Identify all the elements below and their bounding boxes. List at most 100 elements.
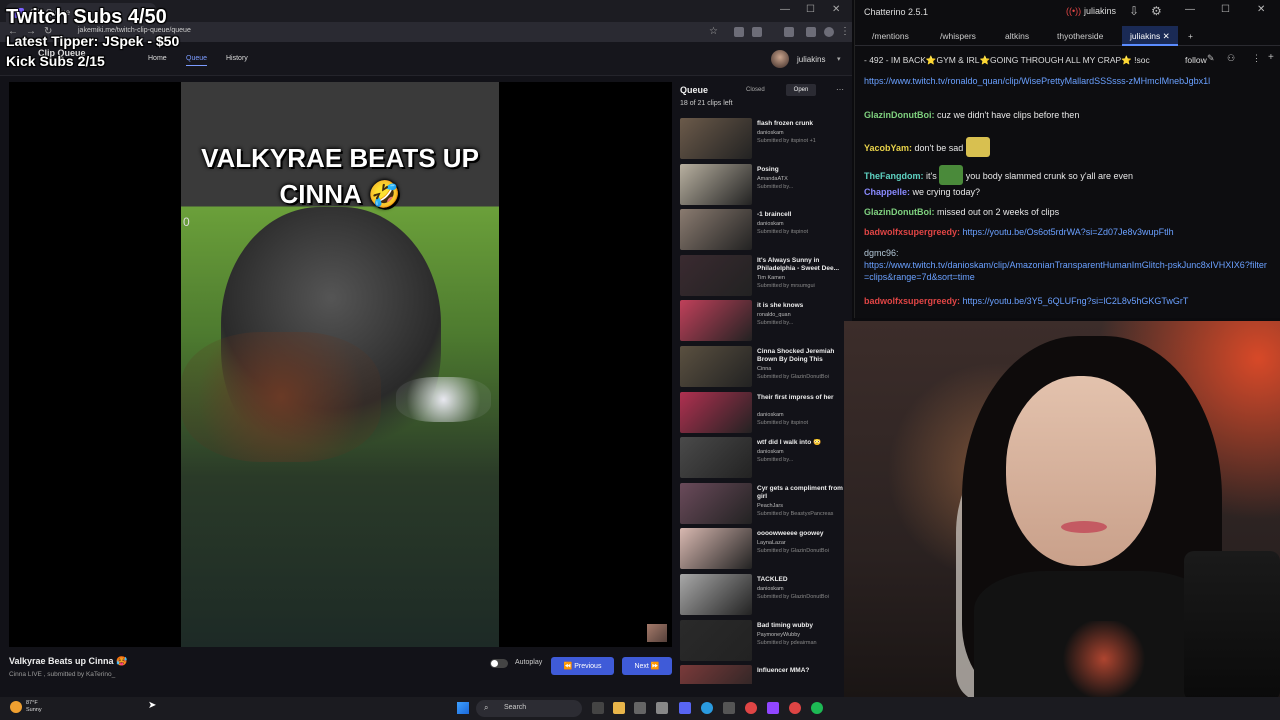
nav-home[interactable]: Home (148, 55, 167, 62)
clip-thumbnail[interactable] (680, 528, 752, 570)
extension-icon[interactable] (734, 27, 744, 37)
weather-widget[interactable]: 87°F Sunny (26, 700, 42, 714)
next-button[interactable]: Next ⏩ (622, 657, 672, 675)
queue-closed-tab[interactable]: Closed (746, 87, 765, 93)
discord-icon[interactable] (679, 702, 691, 714)
app-icon[interactable] (656, 702, 668, 714)
clip-thumbnail[interactable] (680, 482, 752, 524)
clip-thumbnail[interactable] (680, 254, 752, 296)
queue-item-channel[interactable]: danioskam (757, 449, 784, 455)
close-tab-icon[interactable]: ✕ (1163, 31, 1170, 41)
queue-item[interactable]: flash frozen crunk danioskam Submitted by … (680, 118, 850, 164)
chat-link[interactable]: https://youtu.be/Os6ot5rdrWA?si=Zd07Je8v… (963, 227, 1174, 237)
queue-item[interactable]: -1 braincell danioskam Submitted by itspin… (680, 209, 850, 255)
download-icon[interactable]: ⇩ (1129, 4, 1139, 18)
chat-username[interactable]: dgmc96: (864, 248, 899, 258)
task-view-icon[interactable] (592, 702, 604, 714)
edge-icon[interactable] (701, 702, 713, 714)
chat-link[interactable]: https://www.twitch.tv/danioskam/clip/Ama… (864, 260, 1267, 282)
queue-item-channel[interactable]: ronaldo_quan (757, 312, 791, 318)
add-tab-icon[interactable]: + (1188, 31, 1193, 41)
nav-history[interactable]: History (226, 55, 248, 62)
clip-thumbnail[interactable] (680, 209, 752, 251)
browser-menu-icon[interactable]: ⋮ (840, 26, 850, 37)
queue-item[interactable]: Influencer MMA? (680, 665, 850, 684)
windows-start-icon[interactable] (457, 702, 469, 714)
queue-item-channel[interactable]: LaynaLazar (757, 540, 786, 546)
extension-icon[interactable] (784, 27, 794, 37)
chat-link[interactable]: https://youtu.be/3Y5_6QLUFng?si=lC2L8v5h… (963, 296, 1189, 306)
queue-item[interactable]: Posing AmandaATX Submitted by... (680, 163, 850, 210)
weather-sun-icon[interactable] (10, 701, 22, 713)
clip-thumbnail[interactable] (680, 391, 752, 433)
queue-item-channel[interactable]: AmandaATX (757, 176, 788, 182)
tab-whispers[interactable]: /whispers (940, 31, 976, 41)
tab-altkins[interactable]: altkins (1005, 31, 1029, 41)
extension-icon[interactable] (752, 27, 762, 37)
queue-item[interactable]: Their first impress of her danioskam Submi… (680, 391, 850, 438)
more-icon[interactable]: ⋯ (836, 85, 844, 94)
queue-item-channel[interactable]: Cinna (757, 366, 771, 372)
clip-thumbnail[interactable] (680, 665, 752, 684)
video-player[interactable]: VALKYRAE BEATS UP CINNA 🤣 0 (9, 82, 672, 647)
queue-item-channel[interactable]: PaymoneyWubby (757, 632, 800, 638)
clip-meta[interactable]: Cinna LIVE , submitted by KaTerino_ (9, 671, 115, 678)
clip-thumbnail[interactable] (680, 345, 752, 387)
queue-item[interactable]: oooowweeee goowey LaynaLazar Submitted by … (680, 528, 850, 574)
chat-username[interactable]: TheFangdom: (864, 171, 924, 181)
clip-thumbnail[interactable] (680, 619, 752, 661)
chat-username[interactable]: badwolfxsupergreedy: (864, 227, 960, 237)
previous-button[interactable]: ⏪ Previous (551, 657, 614, 675)
chat-username[interactable]: GlazinDonutBoi: (864, 110, 935, 120)
minimize-icon[interactable]: — (1185, 4, 1195, 15)
queue-open-tab[interactable]: Open (786, 84, 816, 96)
autoplay-toggle[interactable] (490, 659, 508, 668)
clip-thumbnail[interactable] (680, 118, 752, 159)
taskbar-search[interactable]: ⌕ Search (476, 700, 582, 717)
queue-item[interactable]: it is she knows ronaldo_quan Submitted by.… (680, 300, 850, 346)
clip-thumbnail[interactable] (680, 437, 752, 479)
close-icon[interactable]: ✕ (1257, 4, 1265, 15)
minimize-icon[interactable]: — (780, 4, 790, 15)
store-icon[interactable] (634, 702, 646, 714)
chat-username[interactable]: GlazinDonutBoi: (864, 207, 935, 217)
chrome-icon[interactable] (745, 702, 757, 714)
add-split-icon[interactable]: + (1268, 52, 1274, 63)
tab-juliakins[interactable]: juliakins ✕ (1122, 26, 1178, 46)
tab-mentions[interactable]: /mentions (872, 31, 909, 41)
maximize-icon[interactable]: ☐ (1221, 4, 1230, 15)
twitch-icon[interactable] (767, 702, 779, 714)
queue-item-channel[interactable]: danioskam (757, 130, 784, 136)
spotify-icon[interactable] (811, 702, 823, 714)
queue-item[interactable]: Cyr gets a compliment from a girl PeachJa… (680, 482, 850, 529)
chatterino-user[interactable]: juliakins (1084, 6, 1116, 16)
follow-button[interactable]: follow (1185, 55, 1207, 65)
app-icon[interactable] (789, 702, 801, 714)
nav-queue[interactable]: Queue (186, 55, 208, 66)
chat-username[interactable]: Chappelle: (864, 187, 910, 197)
chat-username[interactable]: YacobYam: (864, 143, 912, 153)
queue-item[interactable]: Bad timing wubby PaymoneyWubby Submitted b… (680, 619, 850, 666)
queue-item-channel[interactable]: danioskam (757, 221, 784, 227)
queue-item-channel[interactable]: danioskam (757, 412, 784, 418)
file-explorer-icon[interactable] (613, 702, 625, 714)
gear-icon[interactable]: ⚙ (1151, 4, 1162, 18)
clip-thumbnail[interactable] (680, 300, 752, 342)
chat-menu-icon[interactable]: ⋮ (1252, 53, 1261, 64)
avatar[interactable] (771, 50, 789, 68)
tab-thyotherside[interactable]: thyotherside (1057, 31, 1103, 41)
clip-thumbnail[interactable] (680, 573, 752, 615)
chevron-down-icon[interactable]: ▾ (837, 55, 841, 63)
edit-icon[interactable]: ✎ (1207, 53, 1215, 64)
users-icon[interactable]: ⚇ (1227, 53, 1235, 64)
video-frame[interactable]: VALKYRAE BEATS UP CINNA 🤣 0 (181, 82, 499, 647)
close-icon[interactable]: ✕ (832, 4, 840, 15)
user-name[interactable]: juliakins (797, 55, 825, 64)
chat-link[interactable]: https://www.twitch.tv/ronaldo_quan/clip/… (864, 76, 1210, 86)
queue-item[interactable]: It's Always Sunny in Philadelphia - Swee… (680, 254, 850, 301)
chat-username[interactable]: badwolfxsupergreedy: (864, 296, 960, 306)
maximize-icon[interactable]: ☐ (806, 4, 815, 15)
queue-item[interactable]: wtf did I walk into 😳 danioskam Submitted … (680, 437, 850, 483)
clip-thumbnail[interactable] (680, 163, 752, 205)
queue-item-channel[interactable]: PeachJars (757, 503, 783, 509)
